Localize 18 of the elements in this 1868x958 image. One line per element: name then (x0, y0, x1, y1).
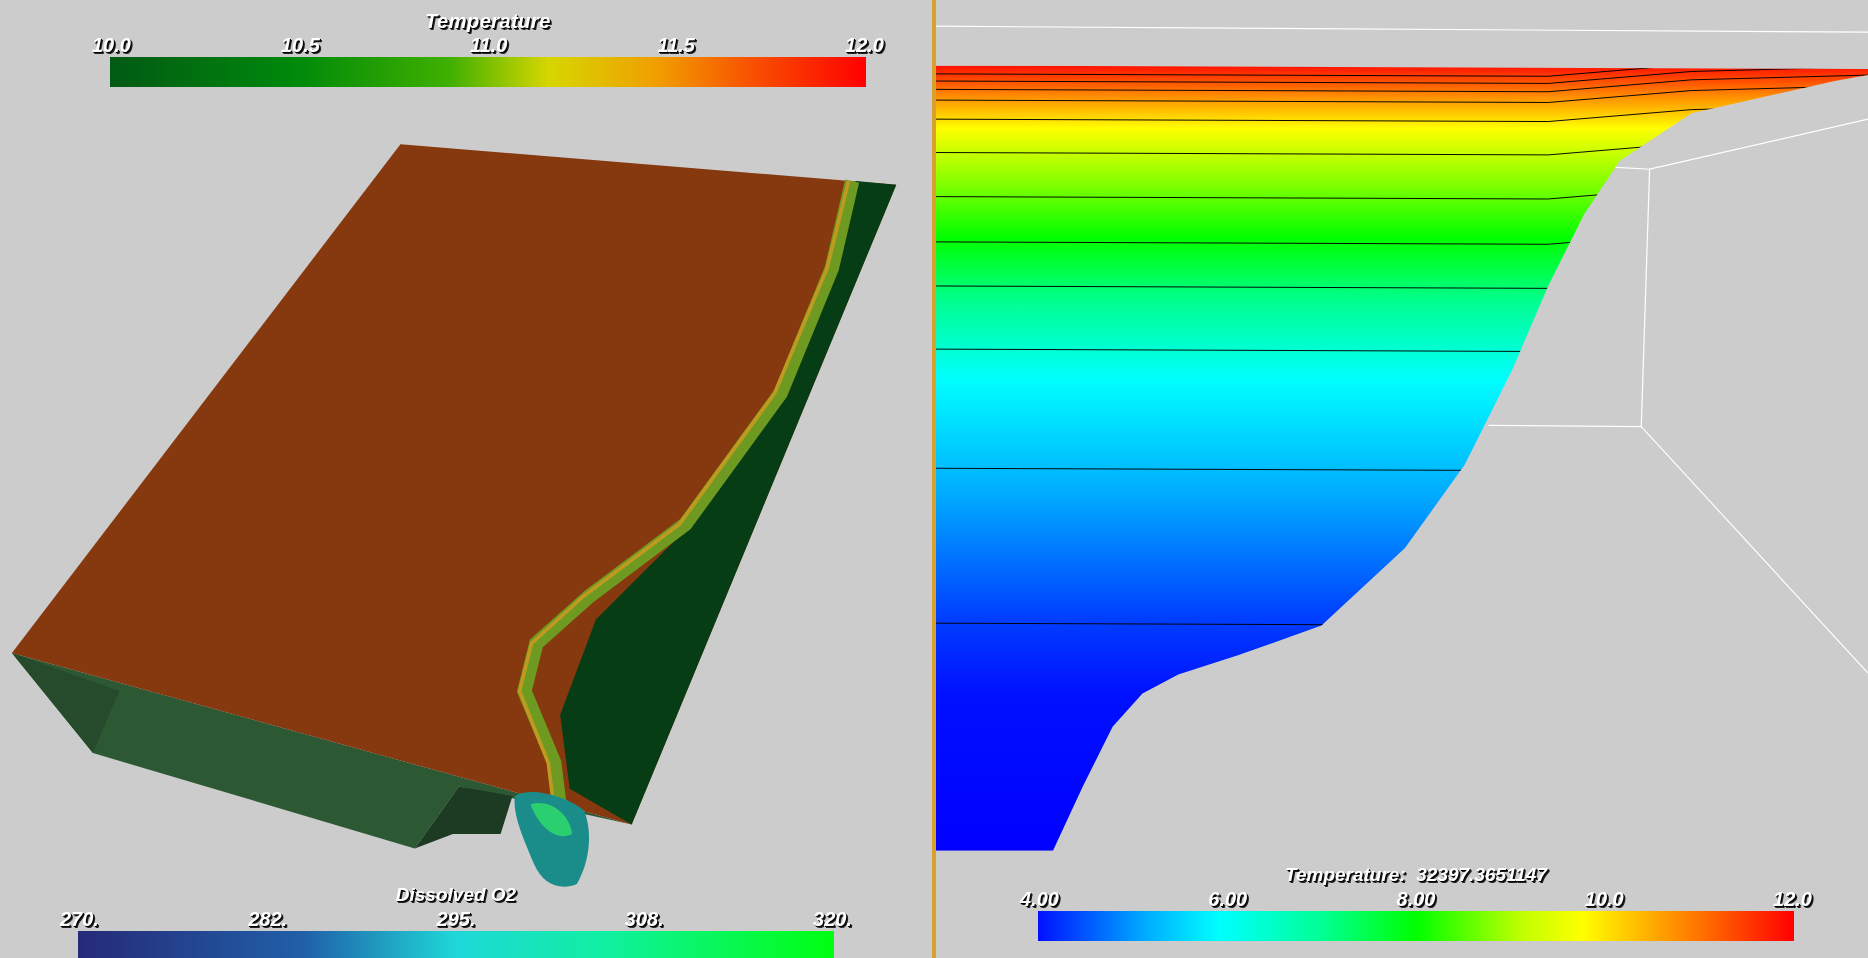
tick-label: 10.0 (92, 35, 131, 56)
tick-label: 295. (436, 909, 476, 930)
tick-label: 11.0 (470, 35, 508, 56)
tick-label: 11.5 (657, 35, 695, 56)
tick-label: 270. (60, 909, 99, 930)
scalar-bar-title: Temperature (424, 10, 552, 32)
scalar-bar-title: Dissolved O2 (394, 884, 518, 906)
tick-label: 320. (813, 909, 852, 930)
tick-label: 12.0 (845, 35, 884, 56)
scalar-bar-title: Temperature: 32397.3651147 (1284, 864, 1549, 886)
tick-label: 4.00 (1020, 889, 1059, 910)
tick-label: 308. (624, 909, 664, 930)
tick-label: 10.5 (281, 35, 320, 56)
tick-label: 12.0 (1773, 889, 1812, 910)
tick-label: 282. (248, 909, 288, 930)
tick-label: 10.0 (1584, 889, 1624, 910)
tick-label: 8.00 (1396, 889, 1436, 910)
tick-label: 6.00 (1208, 889, 1248, 910)
